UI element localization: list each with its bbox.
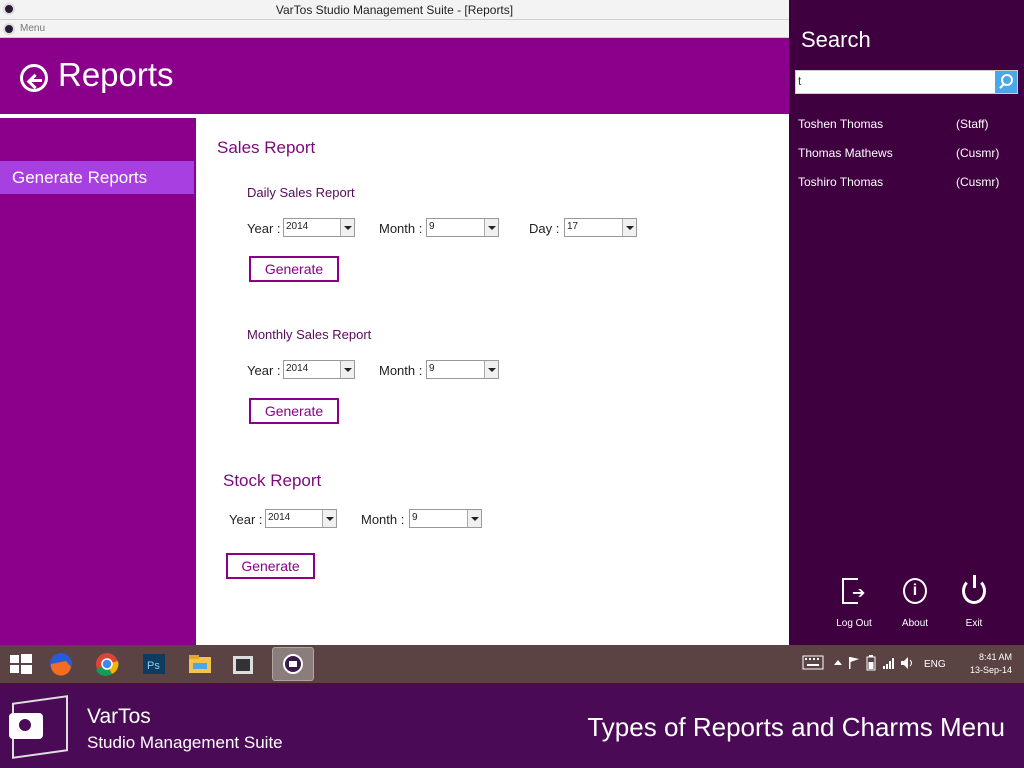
daily-year-value: 2014 [286, 221, 309, 232]
main-content: Sales Report Daily Sales Report Year : 2… [196, 114, 789, 645]
app-shortcut-icon[interactable] [228, 649, 258, 679]
tagline: Types of Reports and Charms Menu [587, 712, 1005, 742]
monthly-month-select[interactable]: 9 [426, 360, 499, 379]
stock-year-select[interactable]: 2014 [265, 509, 337, 528]
app-root: VarTos Studio Management Suite - [Report… [0, 0, 1024, 768]
chevron-down-icon [467, 510, 481, 527]
search-result[interactable]: Toshiro Thomas (Cusmr) [798, 175, 1018, 195]
clock-time: 8:41 AM [978, 652, 1012, 662]
back-arrow-icon[interactable] [20, 64, 48, 92]
chrome-icon[interactable] [92, 649, 122, 679]
power-icon [962, 575, 986, 604]
vartos-logo [6, 695, 76, 759]
sidebar-item-generate-reports[interactable]: Generate Reports [0, 161, 194, 194]
svg-text:Ps: Ps [147, 660, 160, 672]
daily-month-label: Month : [379, 221, 423, 236]
page-title: Reports [58, 56, 174, 93]
chevron-down-icon [322, 510, 336, 527]
about-label: About [901, 618, 929, 629]
logout-label: Log Out [836, 618, 872, 629]
photoshop-icon[interactable]: Ps [139, 649, 169, 679]
brand-subtitle: Studio Management Suite [87, 733, 283, 752]
logout-icon [842, 578, 865, 604]
stock-month-value: 9 [412, 512, 418, 523]
monthly-year-value: 2014 [286, 363, 309, 374]
result-name: Toshen Thomas [798, 117, 884, 131]
daily-generate-button[interactable]: Generate [249, 256, 339, 282]
vartos-app-taskbar-button[interactable] [272, 647, 314, 681]
language-indicator[interactable]: ENG [924, 659, 946, 670]
result-type: (Cusmr) [956, 175, 1000, 189]
daily-sales-title: Daily Sales Report [247, 185, 355, 200]
menu-item[interactable]: Menu [20, 23, 45, 34]
result-name: Toshiro Thomas [798, 175, 884, 189]
search-icon[interactable] [995, 71, 1017, 93]
flag-icon[interactable] [848, 656, 860, 670]
monthly-month-label: Month : [379, 363, 423, 378]
monthly-month-value: 9 [429, 363, 435, 374]
search-value: t [798, 74, 802, 88]
windows-start-icon[interactable] [6, 649, 36, 679]
menu-app-icon[interactable] [3, 23, 15, 35]
chevron-down-icon [340, 361, 354, 378]
daily-month-select[interactable]: 9 [426, 218, 499, 237]
brand-name: VarTos [87, 705, 151, 728]
result-type: (Staff) [956, 117, 989, 131]
system-tray: ENG 8:41 AM 13-Sep-14 [802, 651, 1012, 677]
stock-generate-button[interactable]: Generate [226, 553, 315, 579]
about-button[interactable]: About [890, 578, 940, 629]
daily-month-value: 9 [429, 221, 435, 232]
network-signal-icon[interactable] [882, 656, 896, 670]
monthly-generate-button[interactable]: Generate [249, 398, 339, 424]
daily-day-select[interactable]: 17 [564, 218, 637, 237]
chevron-down-icon [484, 219, 498, 236]
info-icon [903, 578, 927, 604]
daily-year-label: Year : [247, 221, 281, 236]
daily-day-label: Day : [529, 221, 560, 236]
exit-label: Exit [965, 618, 983, 629]
file-explorer-icon[interactable] [185, 649, 215, 679]
window-title: VarTos Studio Management Suite - [Report… [275, 3, 514, 17]
footer-banner: VarTos Studio Management Suite Types of … [0, 683, 1024, 768]
charms-panel: Search t Toshen Thomas (Staff) Thomas Ma… [789, 0, 1024, 645]
battery-icon[interactable] [866, 655, 876, 671]
charms-title: Search [801, 27, 871, 52]
sidebar: Generate Reports [0, 114, 196, 645]
camera-icon [9, 713, 43, 739]
search-result[interactable]: Thomas Mathews (Cusmr) [798, 146, 1018, 166]
stock-month-select[interactable]: 9 [409, 509, 482, 528]
title-bar: VarTos Studio Management Suite - [Report… [0, 0, 789, 20]
firefox-icon[interactable] [46, 649, 76, 679]
stock-year-value: 2014 [268, 512, 291, 523]
taskbar: Ps ENG 8:41 AM 13-Sep-14 [0, 645, 1024, 683]
daily-day-value: 17 [567, 221, 579, 232]
search-input[interactable]: t [795, 70, 1018, 94]
keyboard-icon[interactable] [802, 655, 824, 671]
stock-month-label: Month : [361, 512, 405, 527]
stock-report-title: Stock Report [223, 471, 322, 490]
chevron-down-icon [484, 361, 498, 378]
chevron-down-icon [340, 219, 354, 236]
clock[interactable]: 8:41 AM 13-Sep-14 [964, 651, 1012, 677]
result-name: Thomas Mathews [798, 146, 893, 160]
exit-button[interactable]: Exit [949, 575, 999, 629]
monthly-year-label: Year : [247, 363, 281, 378]
monthly-year-select[interactable]: 2014 [283, 360, 355, 379]
monthly-sales-title: Monthly Sales Report [247, 327, 372, 342]
chevron-down-icon [622, 219, 636, 236]
search-result[interactable]: Toshen Thomas (Staff) [798, 117, 1018, 137]
logout-button[interactable]: Log Out [829, 578, 879, 629]
stock-year-label: Year : [229, 512, 263, 527]
clock-date: 13-Sep-14 [969, 665, 1012, 675]
chevron-up-icon[interactable] [834, 659, 842, 667]
sales-report-title: Sales Report [217, 138, 316, 157]
page-header: Reports [0, 39, 789, 114]
daily-year-select[interactable]: 2014 [283, 218, 355, 237]
menu-bar: Menu [0, 20, 789, 38]
result-type: (Cusmr) [956, 146, 1000, 160]
volume-icon[interactable] [900, 656, 914, 670]
